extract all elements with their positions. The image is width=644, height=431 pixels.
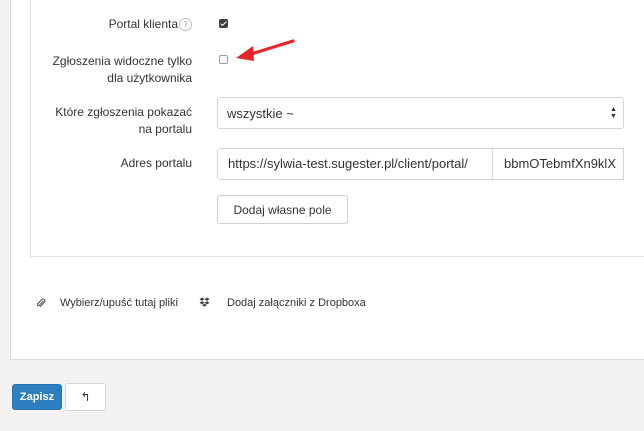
visible-only-checkbox[interactable] [219,55,228,64]
help-icon[interactable]: ? [179,18,192,31]
upload-files-label: Wybierz/upuść tutaj pliki [60,297,178,309]
save-button[interactable]: Zapisz [12,384,62,410]
visible-only-label-line2: dla użytkownika [107,71,192,85]
back-button[interactable]: ↰ [65,383,106,411]
which-tickets-label-line1: Które zgłoszenia pokazać [55,105,192,119]
portal-address-prefix: https://sylwia-test.sugester.pl/client/p… [217,148,493,180]
select-updown-icon: ▲ ▼ [610,106,617,120]
which-tickets-label-line2: na portalu [138,122,192,136]
add-custom-field-button[interactable]: Dodaj własne pole [217,195,348,224]
visible-only-label: Zgłoszenia widoczne tylko dla użytkownik… [0,53,192,87]
portal-label-row: Portal klienta? [0,16,192,33]
annotation-arrow-icon [236,39,295,61]
address-label: Adres portalu [120,156,192,170]
portal-label: Portal klienta [108,17,178,31]
dropbox-icon [199,297,210,307]
portal-checkbox[interactable] [219,19,228,28]
return-arrow-icon: ↰ [80,390,91,404]
dropbox-attach-label: Dodaj załączniki z Dropboxa [227,297,366,309]
which-tickets-label: Które zgłoszenia pokazać na portalu [0,104,192,138]
which-tickets-select-value: wszystkie ~ [227,106,294,121]
visible-only-label-line1: Zgłoszenia widoczne tylko [52,54,192,68]
which-tickets-select[interactable]: wszystkie ~ ▲ ▼ [217,97,624,129]
portal-address-token-input[interactable]: bbmOTebmfXn9klX [492,148,624,180]
paperclip-icon [36,298,46,308]
